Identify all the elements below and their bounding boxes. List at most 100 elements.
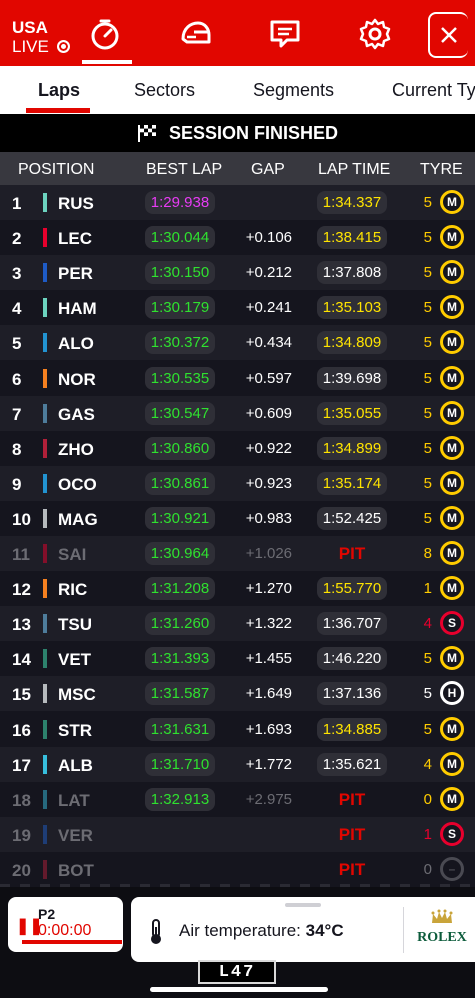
table-row[interactable]: 13 TSU 1:31.260 +1.322 1:36.707 4 S — [0, 606, 475, 642]
tyre-age: 0 — [423, 790, 432, 808]
team-color-bar — [43, 228, 47, 248]
position-number: 20 — [12, 860, 31, 880]
table-row[interactable]: 6 NOR 1:30.535 +0.597 1:39.698 5 M — [0, 360, 475, 396]
active-tab-underline — [26, 108, 90, 113]
lap-time: 1:35.103 — [317, 296, 387, 320]
home-indicator[interactable] — [150, 987, 328, 992]
table-row[interactable]: 4 HAM 1:30.179 +0.241 1:35.103 5 M — [0, 290, 475, 326]
driver-code: TSU — [58, 615, 92, 635]
medium-tyre-icon: M — [440, 716, 464, 741]
gap-value: +1.455 — [245, 650, 292, 668]
lap-time: 1:37.136 — [317, 682, 387, 706]
table-row[interactable]: 16 STR 1:31.631 +1.693 1:34.885 5 M — [0, 711, 475, 747]
gap-value: +0.212 — [245, 264, 292, 282]
team-color-bar — [43, 368, 47, 388]
divider — [403, 907, 404, 953]
medium-tyre-icon: M — [440, 400, 464, 425]
table-row[interactable]: 11 SAI 1:30.964 +1.026 PIT 8 M — [0, 536, 475, 572]
team-color-bar — [43, 333, 47, 353]
table-row[interactable]: 20 BOT PIT 0– — [0, 851, 475, 887]
medium-tyre-icon: M — [440, 576, 464, 601]
table-row[interactable]: 3 PER 1:30.150 +0.212 1:37.808 5 M — [0, 255, 475, 291]
pit-status: PIT — [338, 859, 366, 879]
air-temperature-value: 34°C — [305, 921, 344, 940]
lap-time: 1:34.885 — [317, 717, 387, 741]
table-row[interactable]: 15 MSC 1:31.587 +1.649 1:37.136 5 H — [0, 676, 475, 712]
live-label: LIVE — [12, 37, 49, 56]
tyre-age: 5 — [423, 299, 432, 317]
drag-handle[interactable] — [285, 903, 321, 907]
medium-tyre-icon: M — [440, 435, 464, 460]
table-row[interactable]: 14 VET 1:31.393 +1.455 1:46.220 5 M — [0, 641, 475, 677]
lap-time: 1:52.425 — [317, 506, 387, 530]
team-color-bar — [43, 298, 47, 318]
table-row[interactable]: 19 VER PIT 1 S — [0, 816, 475, 852]
position-number: 15 — [12, 685, 31, 705]
chat-icon[interactable] — [265, 14, 305, 54]
driver-code: MAG — [58, 509, 98, 529]
helmet-icon[interactable] — [175, 14, 215, 54]
medium-tyre-icon: M — [440, 190, 464, 214]
lap-time: 1:39.698 — [317, 366, 387, 390]
tyre-age: 0 — [423, 860, 432, 878]
table-row[interactable]: 18 LAT 1:32.913 +2.975 PIT 0 M — [0, 781, 475, 817]
medium-tyre-icon: M — [440, 646, 464, 671]
tyre-age: 5 — [423, 720, 432, 738]
position-number: 3 — [12, 264, 22, 284]
best-lap-time: 1:30.535 — [145, 366, 215, 390]
table-row[interactable]: 12 RIC 1:31.208 +1.270 1:55.770 1 M — [0, 571, 475, 607]
best-lap-time: 1:29.938 — [145, 191, 215, 214]
live-indicator: USA LIVE — [12, 18, 70, 56]
table-row[interactable]: 10 MAG 1:30.921 +0.983 1:52.425 5 M — [0, 500, 475, 536]
driver-code: OCO — [58, 474, 97, 494]
lap-time: 1:35.174 — [317, 471, 387, 495]
gap-value: +1.649 — [245, 685, 292, 703]
table-row[interactable]: 9 OCO 1:30.861 +0.923 1:35.174 5 M — [0, 465, 475, 501]
driver-code: ALO — [58, 334, 94, 354]
tab-laps[interactable]: Laps — [38, 80, 80, 101]
session-timer-card[interactable]: ❚❚ P2 0:00:00 — [8, 897, 123, 952]
timer-icon[interactable] — [85, 14, 125, 54]
lap-time: 1:46.220 — [317, 647, 387, 671]
nav-active-indicator — [82, 60, 132, 64]
best-lap-time: 1:31.710 — [145, 752, 215, 776]
table-row[interactable]: 5 ALO 1:30.372 +0.434 1:34.809 5 M — [0, 325, 475, 361]
table-row[interactable]: 1 RUS 1:29.938 1:34.337 5 M — [0, 185, 475, 221]
country-label: USA — [12, 18, 48, 37]
tyre-age: 5 — [423, 685, 432, 703]
tyre-age: 4 — [423, 615, 432, 633]
table-row[interactable]: 2 LEC 1:30.044 +0.106 1:38.415 5 M — [0, 220, 475, 256]
tab-current-tyres[interactable]: Current Ty — [392, 80, 475, 101]
best-lap-time: 1:30.547 — [145, 401, 215, 425]
position-number: 4 — [12, 299, 22, 319]
tyre-age: 5 — [423, 264, 432, 282]
session-status-banner: SESSION FINISHED — [0, 114, 475, 152]
driver-code: GAS — [58, 404, 95, 424]
gear-icon[interactable] — [355, 14, 395, 54]
table-row[interactable]: 7 GAS 1:30.547 +0.609 1:35.055 5 M — [0, 395, 475, 431]
team-color-bar — [43, 544, 47, 563]
lap-time: 1:34.899 — [317, 436, 387, 460]
tab-sectors[interactable]: Sectors — [134, 80, 195, 101]
tyre-age: 5 — [423, 229, 432, 247]
best-lap-time: 1:31.393 — [145, 647, 215, 671]
rolex-logo: ROLEX — [415, 909, 469, 949]
tab-segments[interactable]: Segments — [253, 80, 334, 101]
lap-time: 1:35.055 — [317, 401, 387, 425]
table-row[interactable]: 17 ALB 1:31.710 +1.772 1:35.621 4 M — [0, 746, 475, 782]
team-color-bar — [43, 263, 47, 283]
table-row[interactable]: 8 ZHO 1:30.860 +0.922 1:34.899 5 M — [0, 430, 475, 466]
driver-code: VER — [58, 825, 93, 845]
close-button[interactable] — [428, 12, 468, 58]
gap-value: +2.975 — [245, 790, 292, 808]
gap-value: +1.772 — [245, 755, 292, 773]
medium-tyre-icon: M — [440, 470, 464, 495]
weather-card[interactable]: Air temperature: 34°C ROLEX — [131, 897, 475, 962]
lap-time: 1:38.415 — [317, 226, 387, 250]
best-lap-time: 1:30.150 — [145, 261, 215, 285]
sponsor-name: ROLEX — [417, 930, 467, 945]
tyre-age: 5 — [423, 509, 432, 527]
header-position: POSITION — [18, 161, 95, 178]
position-number: 9 — [12, 474, 22, 494]
gap-value: +0.923 — [245, 474, 292, 492]
